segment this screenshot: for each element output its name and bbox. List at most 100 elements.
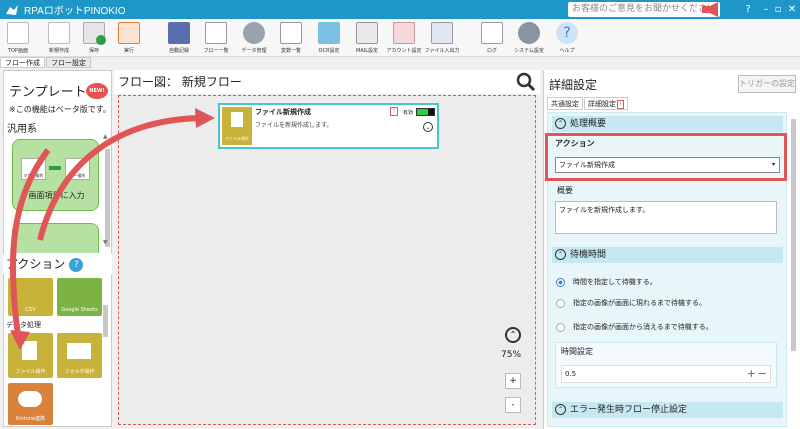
megaphone-icon[interactable] <box>700 1 724 18</box>
time-input[interactable]: 0.5 + − <box>561 365 771 383</box>
help-button[interactable]: ? ヘルプ <box>551 20 583 56</box>
ocr-settings-button[interactable]: OCR設定 <box>313 20 345 56</box>
title-bar: RPAロボットPINOKIO お客様のご意見をお聞かせください ? – ▫ ✕ <box>0 0 800 19</box>
tile-file-operation[interactable]: ファイル操作 <box>8 333 53 378</box>
action-label: アクション <box>555 139 595 148</box>
scroll-down-icon[interactable]: ▼ <box>103 239 108 246</box>
log-button[interactable]: ログ <box>476 20 508 56</box>
app-title: RPAロボットPINOKIO <box>24 6 126 17</box>
section-wait-header[interactable]: ⌃ 待機時間 <box>552 247 783 263</box>
toolbar-label: ファイル入出力 <box>424 48 460 54</box>
data-manage-button[interactable]: データ管理 <box>238 20 270 56</box>
tab-detail-settings[interactable]: 詳細設定! <box>584 97 628 110</box>
document-icon <box>22 341 37 360</box>
toolbar-label: 変数一覧 <box>280 48 301 54</box>
zoom-level: 75% <box>501 350 522 360</box>
new-file-icon <box>48 22 70 44</box>
section-data-processing: データ処理 <box>6 321 41 329</box>
account-settings-button[interactable]: アカウント設定 <box>386 20 422 56</box>
radio-wait-disappear[interactable]: 指定の画像が画面から消えるまで待機する。 <box>556 322 713 332</box>
app-logo-icon <box>4 3 20 17</box>
template-card-label: 画面項目に入力 <box>28 191 85 200</box>
tile-google-sheets[interactable]: Google Sheets <box>57 278 102 316</box>
flow-list-button[interactable]: フロー一覧 <box>200 20 232 56</box>
mail-settings-button[interactable]: MAIL設定 <box>351 20 383 56</box>
chevron-up-icon: ⌃ <box>555 118 566 129</box>
tile-folder-operation[interactable]: フォルダ操作 <box>57 333 102 378</box>
search-icon[interactable] <box>516 72 536 92</box>
cloud-icon <box>18 391 42 407</box>
increment-icon[interactable]: + <box>747 366 756 382</box>
record-icon <box>168 22 190 44</box>
help-icon: ? <box>556 22 578 44</box>
toolbar-label: TOP画面 <box>7 48 28 54</box>
tile-label: Google Sheets <box>61 307 98 313</box>
toolbar-label: OCR設定 <box>318 48 340 54</box>
trigger-settings-button[interactable]: トリガーの設定 <box>738 75 796 93</box>
auto-record-button[interactable]: 自動記録 <box>163 20 195 56</box>
toolbar-label: アカウント設定 <box>386 48 422 54</box>
node-enabled-toggle[interactable] <box>416 108 435 116</box>
template-scrollbar[interactable] <box>105 149 110 247</box>
save-button[interactable]: 保存 <box>78 20 110 56</box>
data-icon <box>243 22 265 44</box>
new-button[interactable]: 新規作成 <box>43 20 75 56</box>
file-io-icon <box>431 22 453 44</box>
chevron-up-icon: ⌃ <box>555 249 566 260</box>
feedback-link[interactable]: お客様のご意見をお聞かせください <box>568 2 721 17</box>
decrement-icon[interactable]: − <box>758 366 767 382</box>
canvas-title: フロー図： 新規フロー <box>114 70 540 94</box>
file-io-button[interactable]: ファイル入出力 <box>424 20 460 56</box>
chevron-down-icon[interactable]: ⌄ <box>423 122 433 132</box>
toolbar-label: MAIL設定 <box>356 48 378 54</box>
action-select[interactable]: ファイル新規作成 ▾ <box>555 157 780 173</box>
run-button[interactable]: 実行 <box>113 20 145 56</box>
summary-field[interactable]: ファイルを新規作成します。 <box>555 201 777 234</box>
radio-wait-time[interactable]: 時間を指定して待機する。 <box>556 277 657 287</box>
arrow-right-icon <box>49 166 61 170</box>
close-button[interactable]: ✕ <box>782 0 800 19</box>
toolbar-label: 新規作成 <box>48 48 69 54</box>
tile-csv[interactable]: CSV <box>8 278 53 316</box>
section-processing-header[interactable]: ⌃ 処理概要 <box>552 116 783 132</box>
node-enabled-label: 有効 <box>403 110 414 116</box>
beta-note: ※この機能はベータ版です。 <box>9 105 111 114</box>
save-icon <box>83 22 106 45</box>
help-window-button[interactable]: ? <box>738 0 758 19</box>
toolbar-label: フロー一覧 <box>203 48 229 54</box>
action-help-icon[interactable]: ? <box>69 257 84 272</box>
file-operation-icon: ファイル操作 <box>222 107 252 145</box>
variable-icon <box>280 22 302 44</box>
toolbar-label: ヘルプ <box>559 48 575 54</box>
key-op-mini: キー操作 <box>65 158 90 180</box>
toolbar-label: ログ <box>486 48 497 54</box>
zoom-in-button[interactable]: + <box>505 373 521 389</box>
tile-kintone[interactable]: Kintone連携 <box>8 383 53 425</box>
template-card-screen-input[interactable]: マウス操作 キー操作 画面項目に入力 <box>12 139 99 211</box>
action-title: アクション <box>6 257 66 271</box>
time-settings-box: 時間設定 0.5 + − <box>555 342 777 388</box>
scroll-up-icon[interactable]: ▲ <box>103 133 108 140</box>
main-tabs: フロー作成 フロー設定 <box>0 57 92 68</box>
flow-node-file-create[interactable]: ファイル操作 ファイル新規作成 ファイルを新規作成します。 ! 有効 ⌄ <box>218 103 439 149</box>
tab-flow-settings[interactable]: フロー設定 <box>46 57 91 68</box>
action-scrollbar[interactable] <box>103 305 108 337</box>
list-icon <box>205 22 227 44</box>
tab-common-settings[interactable]: 共通設定 <box>547 97 583 110</box>
system-settings-button[interactable]: システム設定 <box>513 20 545 56</box>
system-gear-icon <box>518 22 540 44</box>
tile-label: フォルダ操作 <box>64 369 95 375</box>
top-screen-button[interactable]: TOP画面 <box>2 20 34 56</box>
radio-wait-appear[interactable]: 指定の画像が画面に現れるまで待機する。 <box>556 298 706 308</box>
tab-detail-label: 詳細設定 <box>588 100 616 108</box>
chevron-up-icon[interactable]: ⌃ <box>505 327 521 343</box>
run-icon <box>118 22 140 44</box>
toolbar-label: 保存 <box>88 48 99 54</box>
variable-list-button[interactable]: 変数一覧 <box>275 20 307 56</box>
section-error-header[interactable]: ⌃ エラー発生時フロー停止設定 <box>552 402 783 418</box>
tab-flow-create[interactable]: フロー作成 <box>0 57 45 68</box>
action-header: アクション? <box>3 254 112 274</box>
template-card-2[interactable] <box>12 223 99 253</box>
detail-scrollbar[interactable] <box>791 119 796 351</box>
zoom-out-button[interactable]: - <box>505 397 521 413</box>
